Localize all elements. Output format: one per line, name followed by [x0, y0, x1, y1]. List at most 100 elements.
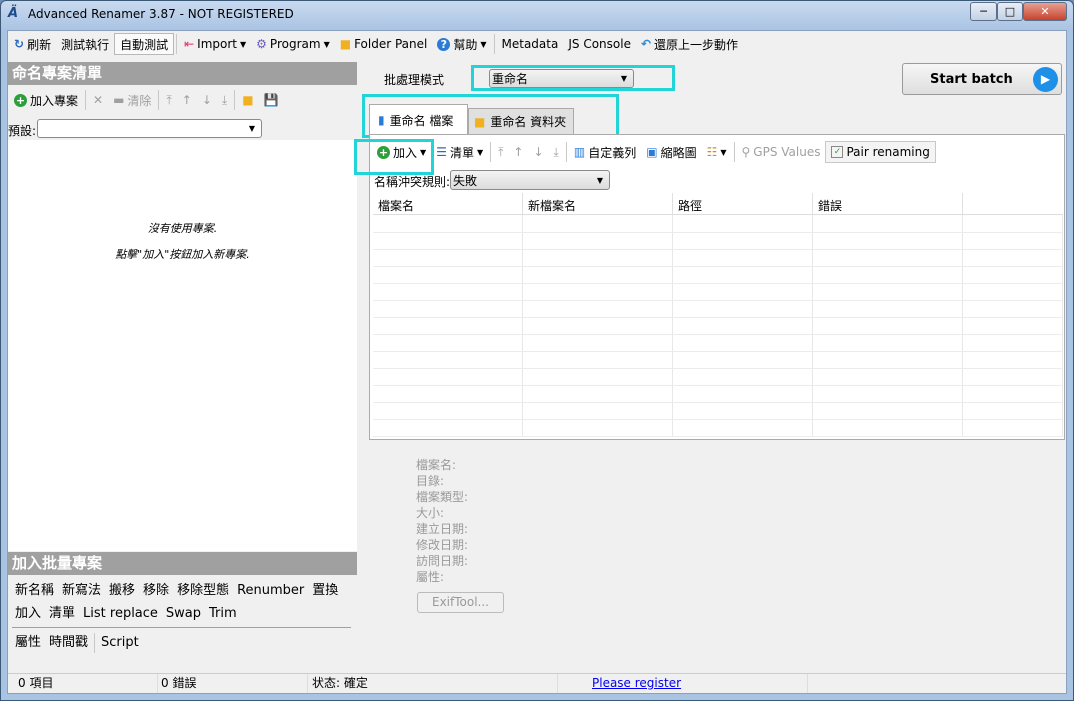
table-cell — [812, 266, 964, 284]
thumbnails-button[interactable]: ▣ 縮略圖 — [641, 141, 701, 163]
table-cell — [962, 334, 1063, 352]
auto-test-button[interactable]: 自動測試 — [114, 33, 175, 55]
method-remove[interactable]: 移除 — [139, 579, 173, 602]
table-cell — [522, 300, 674, 318]
columns-button[interactable]: ▥ 自定義列 — [569, 141, 641, 163]
method-renumber[interactable]: Renumber — [233, 579, 308, 602]
table-cell — [962, 300, 1063, 318]
preset-dropdown[interactable]: ▼ — [37, 119, 262, 138]
table-cell — [373, 215, 524, 233]
metadata-button[interactable]: Metadata — [497, 33, 564, 55]
gps-values-button[interactable]: ⚲ GPS Values — [737, 141, 826, 163]
import-icon: ⇤ — [184, 37, 195, 51]
move-top-button[interactable]: ⤒ — [493, 141, 508, 163]
table-cell — [672, 368, 814, 386]
remove-method-button[interactable]: ✕ — [88, 89, 108, 111]
minimize-button[interactable]: ─ — [970, 2, 997, 21]
info-label: 目錄: — [416, 474, 445, 488]
program-button[interactable]: ⚙ Program ▼ — [251, 33, 335, 55]
table-row — [373, 283, 1063, 301]
method-timestamp[interactable]: 時間戳 — [45, 631, 92, 654]
move-down-button[interactable]: ↓ — [197, 89, 217, 111]
help-icon: ? — [437, 37, 451, 51]
table-cell — [672, 317, 814, 335]
table-cell — [812, 283, 964, 301]
method-move[interactable]: 搬移 — [105, 579, 139, 602]
save-icon[interactable]: 💾 — [259, 89, 284, 111]
method-script[interactable]: Script — [97, 631, 143, 654]
test-run-button[interactable]: 測試執行 — [56, 33, 114, 55]
table-cell — [962, 283, 1063, 301]
clear-methods-button[interactable]: ▬ 清除 — [108, 89, 156, 111]
method-list[interactable]: 清單 — [45, 602, 79, 625]
close-button[interactable]: ✕ — [1023, 2, 1067, 21]
table-cell — [812, 368, 964, 386]
open-folder-icon[interactable]: ■ — [237, 89, 258, 111]
list-button[interactable]: ☰ 清單 ▼ — [431, 141, 488, 163]
tab-rename-folders[interactable]: ■ 重命名 資料夾 — [468, 108, 574, 134]
folder-icon: ■ — [339, 37, 352, 51]
status-items: 0 項目 — [8, 674, 158, 693]
method-trim[interactable]: Trim — [205, 602, 241, 625]
register-link[interactable]: Please register — [592, 676, 681, 690]
start-batch-button[interactable]: Start batch ▶ — [902, 63, 1062, 95]
table-cell — [962, 215, 1063, 233]
method-swap[interactable]: Swap — [162, 602, 205, 625]
plus-icon: + — [14, 93, 27, 107]
table-cell — [373, 368, 524, 386]
list-icon: ☰ — [436, 145, 447, 159]
method-attributes[interactable]: 屬性 — [11, 631, 45, 654]
tab-rename-files[interactable]: ▮ 重命名 檔案 — [369, 104, 468, 135]
checkbox-icon: ✓ — [831, 146, 844, 158]
undo-button[interactable]: ↶ 還原上一步動作 — [636, 33, 743, 55]
table-cell — [962, 385, 1063, 403]
file-info: 檔案名: 目錄: 檔案類型: 大小: 建立日期: 修改日期: 訪問日期: 屬性: — [416, 457, 468, 585]
method-new-case[interactable]: 新寫法 — [58, 579, 105, 602]
table-cell — [672, 300, 814, 318]
table-cell — [812, 215, 964, 233]
divider — [565, 142, 567, 162]
file-icon: ▮ — [378, 113, 385, 127]
table-cell — [373, 351, 524, 369]
pair-renaming-toggle[interactable]: ✓ Pair renaming — [825, 141, 936, 163]
method-list-replace[interactable]: List replace — [79, 602, 162, 625]
batch-mode-dropdown[interactable]: 重命名 ▼ — [489, 69, 634, 88]
move-up-button[interactable]: ↑ — [508, 141, 528, 163]
folder-panel-button[interactable]: ■ Folder Panel — [335, 33, 433, 55]
move-bottom-button[interactable]: ⤓ — [217, 89, 232, 111]
column-new-filename[interactable]: 新檔案名 — [523, 193, 673, 214]
move-bottom-button[interactable]: ⤓ — [549, 141, 564, 163]
view-options-button[interactable]: ☷ ▼ — [702, 141, 732, 163]
method-new-name[interactable]: 新名稱 — [11, 579, 58, 602]
folder-icon: ■ — [474, 114, 486, 129]
table-cell — [522, 419, 674, 437]
table-cell — [672, 351, 814, 369]
conflict-rule-dropdown[interactable]: 失敗 ▼ — [450, 170, 610, 190]
import-button[interactable]: ⇤ Import ▼ — [179, 33, 251, 55]
move-up-button[interactable]: ↑ — [177, 89, 197, 111]
method-remove-pattern[interactable]: 移除型態 — [173, 579, 233, 602]
exiftool-button[interactable]: ExifTool... — [417, 592, 504, 613]
js-console-button[interactable]: JS Console — [563, 33, 636, 55]
maximize-button[interactable]: □ — [997, 2, 1023, 21]
refresh-icon: ↻ — [14, 37, 25, 51]
move-top-button[interactable]: ⤒ — [161, 89, 176, 111]
table-cell — [522, 232, 674, 250]
add-files-button[interactable]: + 加入 ▼ — [372, 141, 431, 163]
table-cell — [373, 385, 524, 403]
refresh-button[interactable]: ↻ 刷新 — [9, 33, 56, 55]
column-filename[interactable]: 檔案名 — [373, 193, 523, 214]
table-cell — [812, 249, 964, 267]
move-down-button[interactable]: ↓ — [528, 141, 548, 163]
preset-label: 預設: — [8, 124, 37, 138]
table-row — [373, 249, 1063, 267]
info-label: 屬性: — [416, 570, 445, 584]
method-replace[interactable]: 置換 — [308, 579, 342, 602]
column-path[interactable]: 路徑 — [673, 193, 813, 214]
help-button[interactable]: ? 幫助 ▼ — [432, 33, 491, 55]
column-error[interactable]: 錯誤 — [813, 193, 963, 214]
method-add[interactable]: 加入 — [11, 602, 45, 625]
divider — [490, 142, 492, 162]
table-row — [373, 215, 1063, 233]
add-method-button[interactable]: + 加入專案 — [9, 89, 83, 111]
